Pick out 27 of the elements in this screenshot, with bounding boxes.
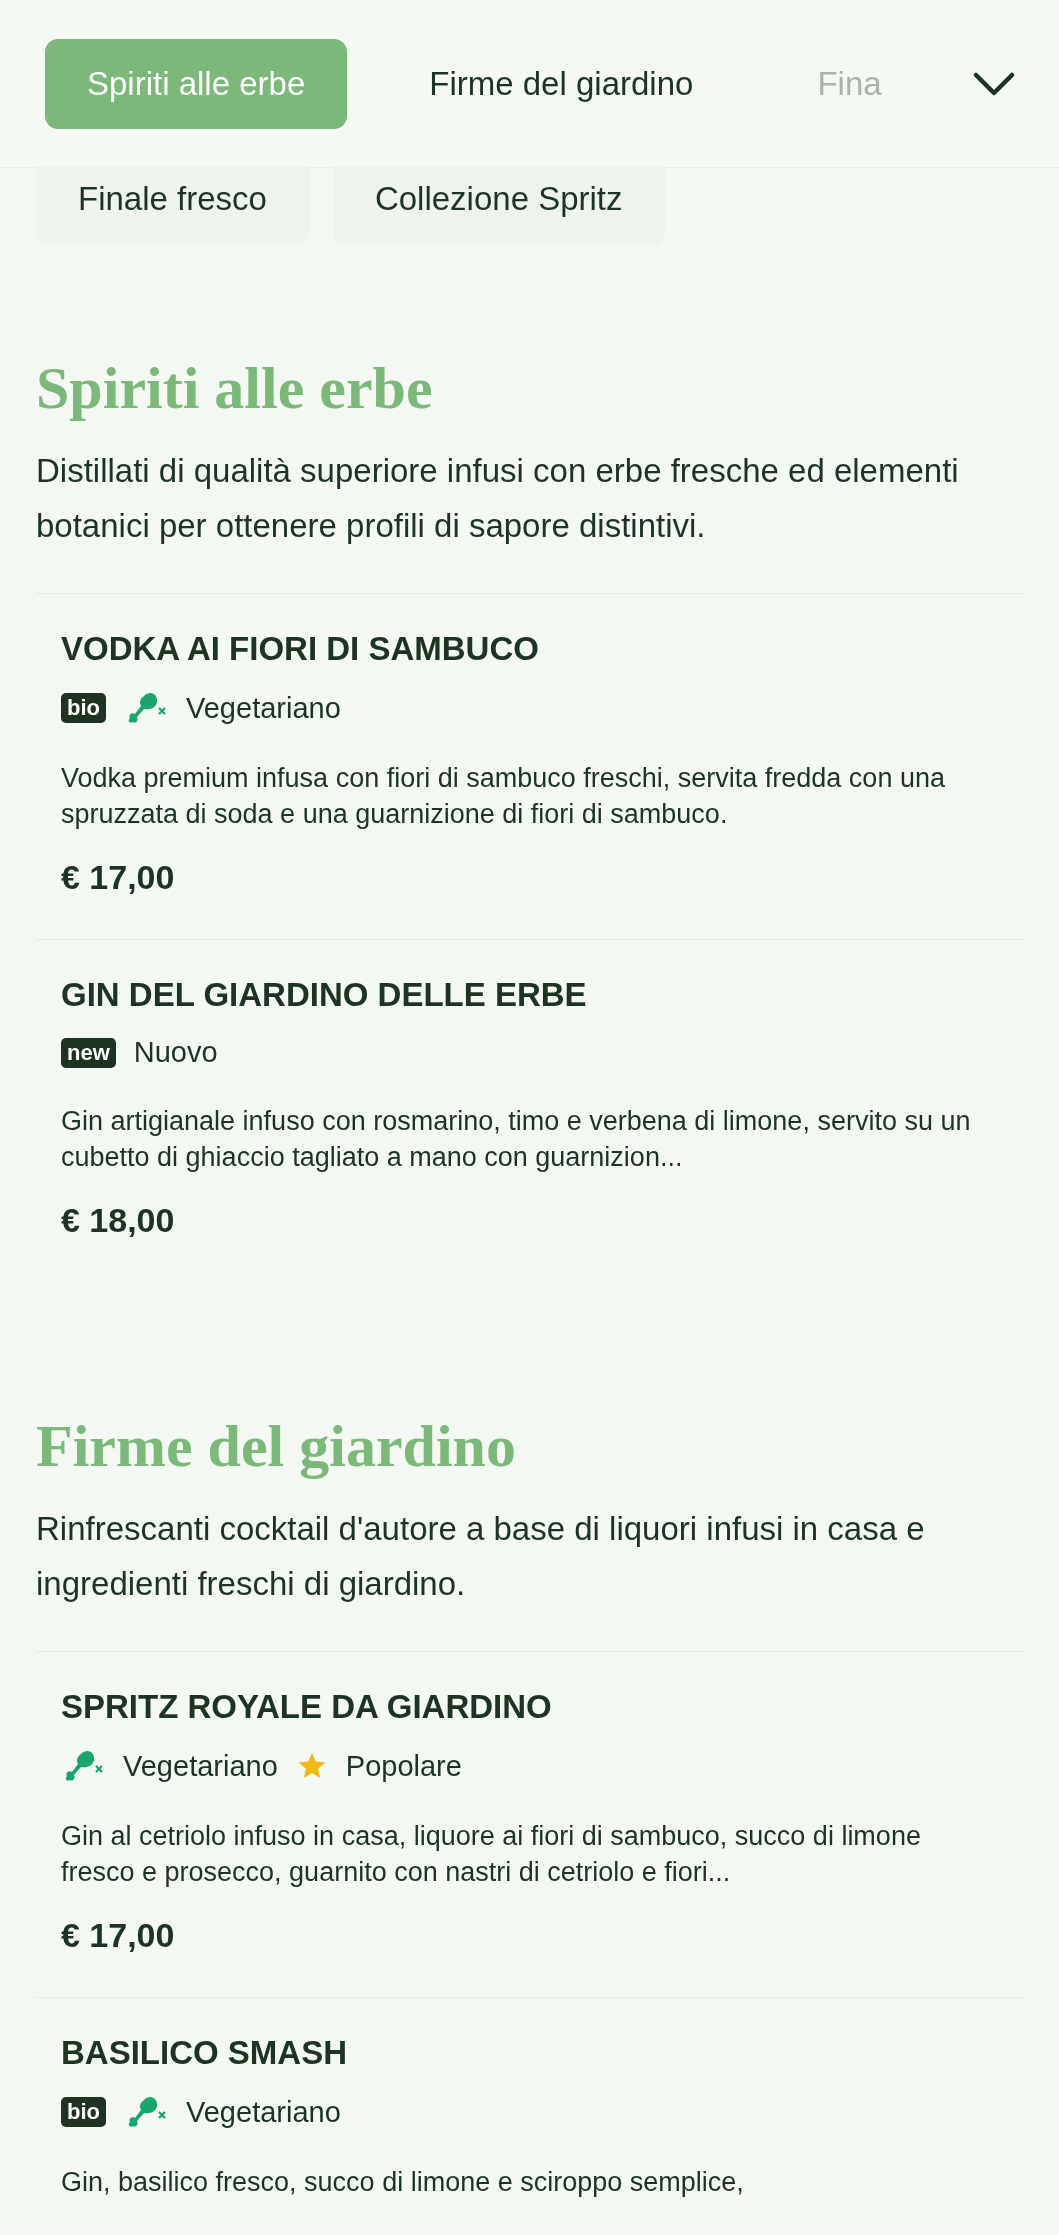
tag-label: Popolare: [345, 1749, 462, 1783]
category-chip[interactable]: Collezione Spritz: [332, 166, 665, 244]
tag-label: Vegetariano: [123, 1749, 278, 1783]
item-description: Vodka premium infusa con fiori di sambuco freschi, servita fredda con una spruzzata di soda e una guarnizione di fiori di sambuco.: [61, 762, 946, 831]
section-description: Distillati di qualità superiore infusi con erbe fresche ed elementi botanici per ottenere profili di sapore distintivi.: [36, 451, 960, 546]
item-description: Gin artigianale infuso con rosmarino, timo e verbena di limone, servito su un cubetto di ghiaccio tagliato a mano con guarnizion...: [61, 1105, 972, 1174]
section-title: Firme del giardino: [36, 1412, 517, 1481]
item-name: VODKA AI FIORI DI SAMBUCO: [61, 630, 540, 668]
category-chip[interactable]: Finale fresco: [36, 166, 309, 244]
tag-badge: bio: [61, 2097, 106, 2127]
section-title: Spiriti alle erbe: [36, 354, 434, 423]
item-price: € 17,00: [61, 1916, 176, 1955]
category-tab[interactable]: Firme del giardino: [387, 38, 736, 129]
tag-label: Vegetariano: [186, 691, 341, 725]
tag-label: Vegetariano: [186, 2095, 341, 2129]
item-description: Gin al cetriolo infuso in casa, liquore ai fiori di sambuco, succo di limone fresco e prosecco, guarnito con nastri di cetriolo e fiori...: [61, 1820, 922, 1889]
chevron-down-icon[interactable]: [972, 70, 1016, 97]
tag-badge: new: [61, 1037, 116, 1068]
item-description: Gin, basilico fresco, succo di limone e sciroppo semplice,: [61, 2166, 745, 2199]
section-description: Rinfrescanti cocktail d'autore a base di liquori infusi in casa e ingredienti freschi di giardino.: [36, 1509, 926, 1604]
item-name: BASILICO SMASH: [61, 2034, 348, 2072]
item-name: SPRITZ ROYALE DA GIARDINO: [61, 1688, 553, 1726]
tag-label: Nuovo: [133, 1036, 218, 1069]
item-price: € 17,00: [61, 858, 176, 897]
tag-badge: bio: [61, 693, 106, 723]
item-price: € 18,00: [61, 1201, 176, 1240]
item-name: GIN DEL GIARDINO DELLE ERBE: [61, 976, 588, 1014]
